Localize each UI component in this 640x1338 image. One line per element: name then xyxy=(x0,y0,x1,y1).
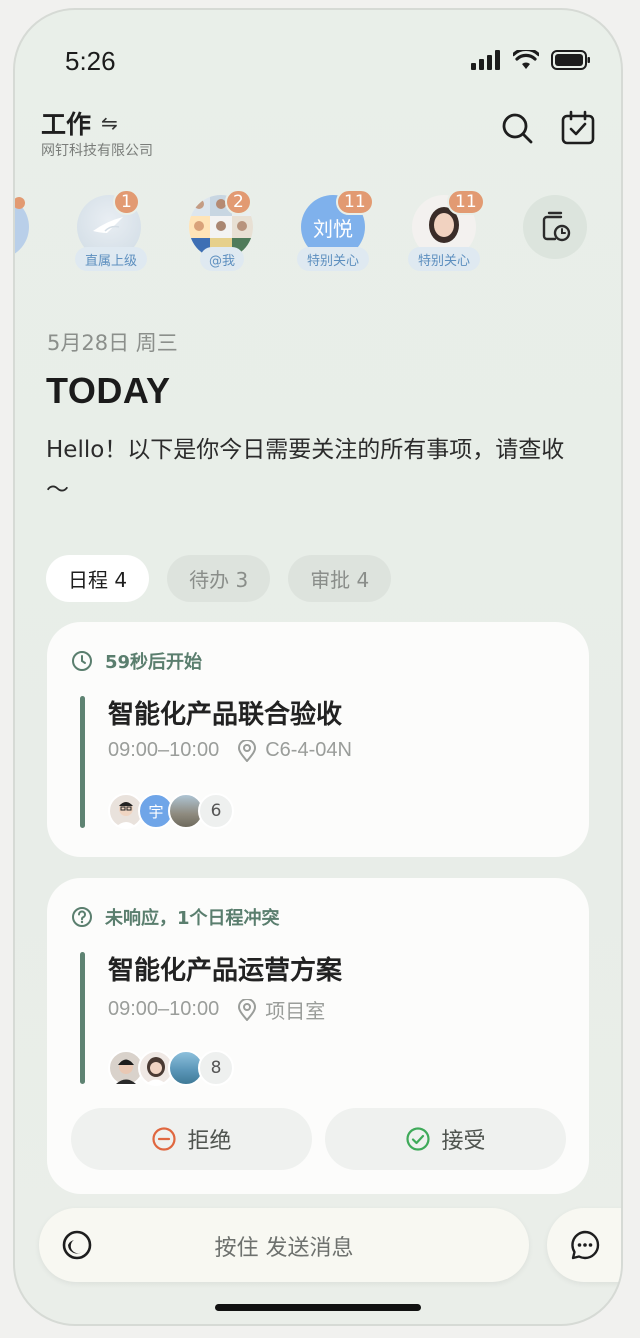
intro-text: Hello！以下是你今日需要关注的所有事项，请查收～ xyxy=(46,437,565,503)
event-meta: 09:00–10:00 项目室 xyxy=(108,995,325,1024)
search-icon[interactable] xyxy=(499,110,535,146)
check-circle-icon xyxy=(406,1127,431,1151)
event-location: 项目室 xyxy=(237,995,325,1024)
attendee-count: 8 xyxy=(198,1050,234,1086)
accept-label: 接受 xyxy=(441,1129,486,1154)
event-title: 智能化产品联合验收 xyxy=(108,700,343,730)
wifi-icon xyxy=(513,50,539,69)
event-location-text: C6-4-04N xyxy=(265,739,352,761)
battery-icon xyxy=(551,50,590,70)
unread-badge: 1 xyxy=(113,189,140,215)
signal-icon xyxy=(471,50,500,70)
schedule-history-button[interactable] xyxy=(523,195,587,259)
card-status: 未响应，1个日程冲突 xyxy=(71,904,280,930)
calendar-check-icon[interactable] xyxy=(560,110,596,146)
event-meta: 09:00–10:00 C6-4-04N xyxy=(108,739,352,762)
notification-dot xyxy=(15,197,25,209)
swap-icon[interactable]: ⇋ xyxy=(101,111,118,135)
contacts-row: 1 直属上级 2 @我 刘悦 11 特别关心 11 特别关心 xyxy=(15,189,621,275)
tab-schedule[interactable]: 日程 4 xyxy=(46,555,150,602)
attendee-count: 6 xyxy=(198,793,234,829)
contact-tag: @我 xyxy=(200,247,244,271)
location-pin-icon xyxy=(238,998,257,1021)
tab-todo[interactable]: 待办 3 xyxy=(167,555,271,602)
phone-frame: 5:26 工作 ⇋ 网钉科技有限公司 1 直属上级 2 @我 刘悦 11 特别关… xyxy=(13,8,623,1326)
tab-bar: 日程 4 待办 3 审批 4 xyxy=(46,555,392,602)
schedule-card[interactable]: 未响应，1个日程冲突 智能化产品运营方案 09:00–10:00 项目室 8 拒… xyxy=(47,878,589,1194)
today-heading: TODAY xyxy=(46,370,171,411)
contact-tag: 特别关心 xyxy=(297,247,369,271)
unread-badge: 11 xyxy=(447,189,485,215)
location-pin-icon xyxy=(238,739,257,762)
home-indicator[interactable] xyxy=(215,1304,421,1311)
workspace-switcher[interactable]: 工作 ⇋ xyxy=(41,105,118,141)
clock-icon xyxy=(72,651,92,671)
reject-label: 拒绝 xyxy=(187,1129,232,1154)
schedule-card[interactable]: 59秒后开始 智能化产品联合验收 09:00–10:00 C6-4-04N 宇 … xyxy=(47,622,589,857)
card-accent-bar xyxy=(80,952,85,1084)
contact-tag: 特别关心 xyxy=(408,247,480,271)
card-accent-bar xyxy=(80,696,85,828)
attendee-avatars[interactable]: 8 xyxy=(108,1050,234,1086)
card-status-text: 59秒后开始 xyxy=(105,652,203,673)
date-line: 5月28日 周三 xyxy=(47,331,178,355)
event-time: 09:00–10:00 xyxy=(108,739,220,761)
attendee-avatars[interactable]: 宇 6 xyxy=(108,793,234,829)
event-location: C6-4-04N xyxy=(237,739,352,762)
contact-tag: 直属上级 xyxy=(75,247,147,271)
question-circle-icon xyxy=(72,907,92,927)
event-title: 智能化产品运营方案 xyxy=(108,956,343,986)
unread-badge: 11 xyxy=(336,189,374,215)
tab-approval[interactable]: 审批 4 xyxy=(288,555,392,602)
chat-button[interactable] xyxy=(547,1208,621,1282)
event-time: 09:00–10:00 xyxy=(108,998,220,1020)
page-title: 工作 xyxy=(41,110,92,139)
calendar-clock-icon xyxy=(542,211,571,242)
unread-badge: 2 xyxy=(225,189,252,215)
chat-bubble-icon xyxy=(571,1230,600,1260)
company-name: 网钉科技有限公司 xyxy=(41,143,153,159)
reject-button[interactable]: 拒绝 xyxy=(71,1108,312,1170)
status-time: 5:26 xyxy=(65,46,116,76)
hold-to-send-label: 按住 发送消息 xyxy=(214,1236,354,1261)
card-status-text: 未响应，1个日程冲突 xyxy=(105,908,280,929)
voice-input-bar[interactable]: 按住 发送消息 xyxy=(39,1208,529,1282)
status-icons xyxy=(471,50,591,70)
card-status: 59秒后开始 xyxy=(71,648,202,674)
minus-circle-icon xyxy=(152,1127,177,1151)
event-location-text: 项目室 xyxy=(265,1001,326,1023)
accept-button[interactable]: 接受 xyxy=(325,1108,566,1170)
